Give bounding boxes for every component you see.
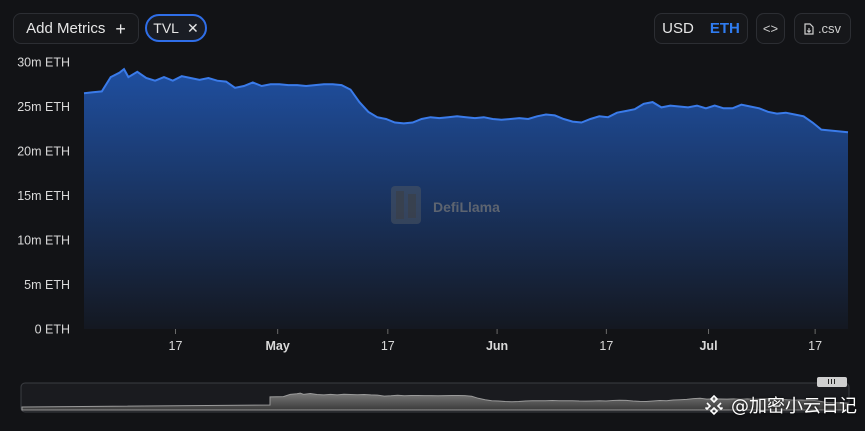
y-tick-label: 25m ETH [17,100,70,114]
x-tick-label: 17 [599,339,613,353]
llama-logo-icon [391,186,421,224]
x-tick-label: 17 [381,339,395,353]
y-tick-label: 0 ETH [35,323,70,337]
y-tick-label: 10m ETH [17,234,70,248]
x-axis-ticks: 17 May 17 Jun 17 Jul 17 [169,329,822,353]
x-tick-label: Jun [486,339,508,353]
y-tick-label: 30m ETH [17,56,70,70]
brand-tag-text: @加密小云日记 [731,396,857,417]
brand-tag: @加密小云日记 [703,392,857,418]
y-axis-ticks: 0 ETH 5m ETH 10m ETH 15m ETH 20m ETH 25m ETH 3… [17,56,70,337]
x-tick-label: May [266,339,290,353]
binance-square-icon [704,394,724,416]
x-tick-label: 17 [169,339,183,353]
watermark-text: DefiLlama [433,199,500,215]
y-tick-label: 20m ETH [17,145,70,159]
x-tick-label: Jul [699,339,717,353]
x-tick-label: 17 [808,339,822,353]
tvl-chart: 0 ETH 5m ETH 10m ETH 15m ETH 20m ETH 25m ETH 3… [17,56,850,413]
y-tick-label: 15m ETH [17,189,70,203]
y-tick-label: 5m ETH [24,278,70,292]
